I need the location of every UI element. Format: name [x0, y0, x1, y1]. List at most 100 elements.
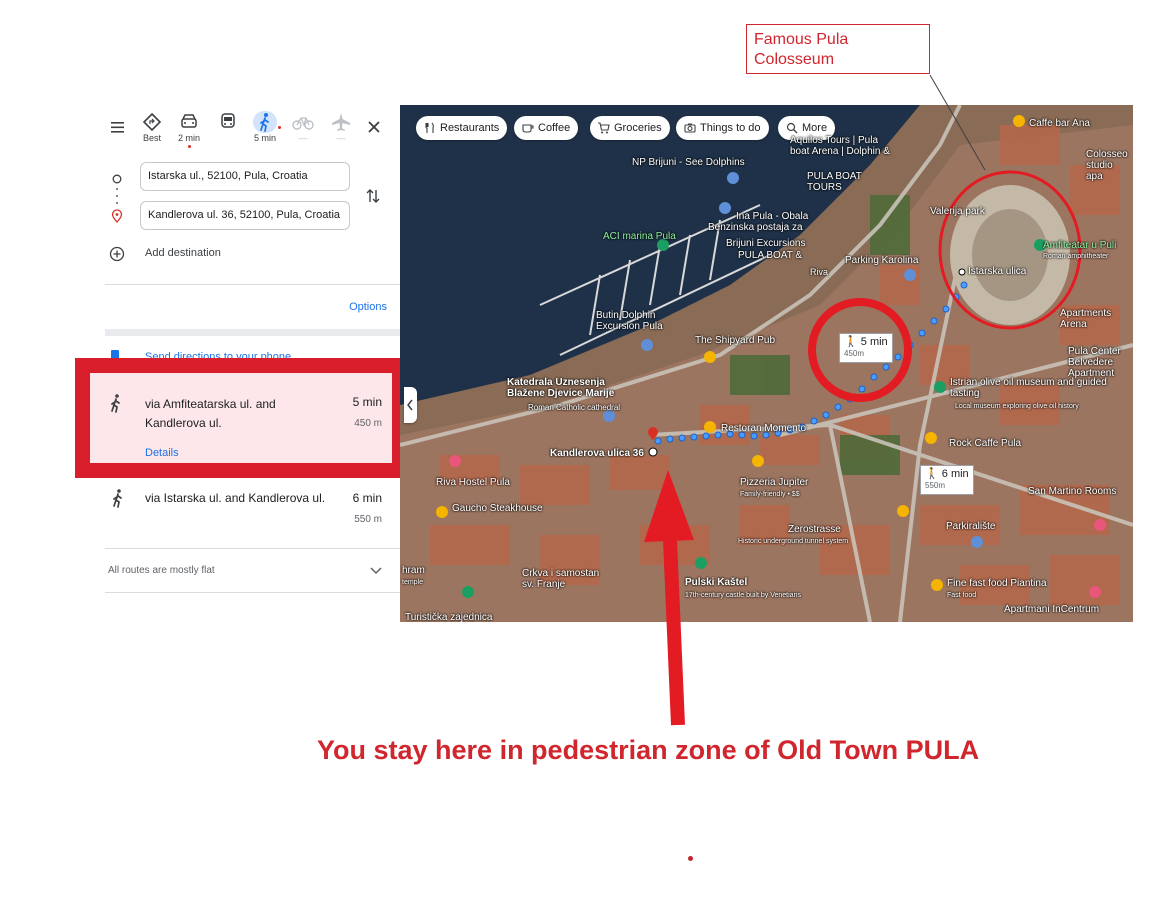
- chip-things-to-do[interactable]: Things to do: [676, 116, 769, 140]
- map-label[interactable]: Istrian olive oil museum and guided tast…: [950, 377, 1110, 399]
- chip-label: More: [802, 122, 828, 134]
- chip-coffee[interactable]: Coffee: [514, 116, 579, 140]
- route-2-distance: 550 m: [354, 514, 382, 525]
- map-label: Roman amphitheater: [1043, 253, 1109, 260]
- add-destination-icon[interactable]: [109, 246, 125, 262]
- options-link[interactable]: Options: [349, 301, 387, 313]
- map-label: Family-friendly • $$: [740, 491, 800, 498]
- walk-distance-value: 550m: [925, 481, 946, 490]
- destination-input[interactable]: Kandlerova ul. 36, 52100, Pula, Croatia: [140, 201, 350, 230]
- map-label[interactable]: Gaucho Steakhouse: [452, 503, 543, 514]
- walk-icon: 🚶: [925, 468, 939, 480]
- walk-time-tooltip-2[interactable]: 🚶 6 min 550m: [920, 465, 974, 495]
- map-label[interactable]: San Martino Rooms: [1028, 486, 1116, 497]
- mode-best[interactable]: Best: [135, 111, 169, 143]
- map-label[interactable]: Crkva i samostan sv. Franje: [522, 568, 612, 590]
- callout-text: Famous Pula Colosseum: [754, 31, 849, 68]
- satellite-map[interactable]: Restaurants Coffee Groceries Things to d…: [400, 105, 1133, 622]
- mode-flight[interactable]: —: [324, 111, 358, 143]
- red-arrow: [644, 470, 694, 726]
- destination-pin-icon: [111, 209, 123, 223]
- walk-time-value: 6 min: [941, 468, 969, 480]
- route-2-via: via Istarska ul. and Kandlerova ul.: [145, 491, 326, 505]
- walk-time-tooltip-1[interactable]: 🚶 5 min 450m: [839, 333, 893, 363]
- chip-label: Coffee: [538, 122, 571, 134]
- train-icon: [221, 113, 235, 128]
- bike-icon: [292, 117, 314, 130]
- mode-walk[interactable]: 5 min: [248, 111, 282, 143]
- map-label[interactable]: Brijuni Excursions: [726, 238, 805, 249]
- mode-transit[interactable]: [211, 111, 245, 133]
- add-destination-link[interactable]: Add destination: [145, 247, 221, 259]
- map-label: Local museum exploring olive oil history: [955, 403, 1079, 410]
- map-label[interactable]: Katedrala Uznesenja Blažene Djevice Mari…: [507, 377, 637, 399]
- map-label[interactable]: Ina Pula - Obala: [736, 211, 808, 222]
- route-option-1[interactable]: via Amfiteatarska ul. and Kandlerova ul.…: [90, 373, 392, 463]
- map-label[interactable]: Butin Dolphin Excursion Pula: [596, 310, 676, 332]
- mode-best-label: Best: [142, 133, 161, 143]
- map-label[interactable]: Restoran Momento: [721, 423, 806, 434]
- route-1-details-link[interactable]: Details: [145, 447, 179, 459]
- panel-divider: [105, 284, 400, 285]
- colosseum-callout: Famous Pula Colosseum: [746, 24, 930, 74]
- map-label[interactable]: Valerija park: [930, 206, 985, 217]
- map-label[interactable]: Apartments Arena: [1060, 308, 1132, 330]
- caption-text: You stay here in pedestrian zone of Old …: [317, 735, 980, 765]
- origin-input[interactable]: Istarska ul., 52100, Pula, Croatia: [140, 162, 350, 191]
- mode-drive[interactable]: 2 min: [172, 111, 206, 148]
- map-label[interactable]: Pizzeria Jupiter: [740, 477, 808, 488]
- map-label: temple: [402, 579, 424, 586]
- swap-icon[interactable]: [365, 187, 381, 205]
- map-label[interactable]: ACI marina Pula: [603, 231, 676, 242]
- map-label[interactable]: Parkiralište: [946, 521, 995, 532]
- mode-bike[interactable]: —: [286, 111, 320, 143]
- map-label[interactable]: Pula Center Belvedere Apartment: [1068, 346, 1132, 379]
- route-2-time: 6 min: [352, 491, 382, 505]
- chip-label: Restaurants: [440, 122, 500, 134]
- route-1-time: 5 min: [352, 395, 382, 409]
- red-dot: [688, 856, 693, 861]
- routes-divider: [105, 548, 400, 549]
- routes-footer: All routes are mostly flat: [108, 565, 215, 576]
- map-label: 17th-century castle built by Venetians: [685, 592, 801, 599]
- map-label[interactable]: Aquilos Tours | Pula boat Arena | Dolphi…: [790, 135, 890, 157]
- plane-icon: [332, 113, 350, 131]
- chip-restaurants[interactable]: Restaurants: [416, 116, 508, 140]
- chevron-left-icon: [407, 399, 413, 411]
- map-label: Benzinska postaja za: [708, 222, 803, 233]
- map-label: Roman Catholic cathedral: [528, 403, 621, 412]
- map-label: Riva: [810, 267, 829, 277]
- map-label[interactable]: Fine fast food Piantina: [947, 578, 1047, 589]
- car-icon: [181, 114, 197, 128]
- map-label[interactable]: Apartmani InCentrum: [1004, 604, 1099, 615]
- map-label[interactable]: PULA BOAT &: [738, 250, 802, 261]
- map-label[interactable]: Amfiteatar u Puli: [1043, 240, 1116, 251]
- map-label-destination[interactable]: Kandlerova ulica 36: [550, 448, 644, 459]
- map-label[interactable]: Turistička zajednica: [405, 612, 492, 622]
- cart-icon: [598, 122, 610, 134]
- map-label[interactable]: NP Brijuni - See Dolphins: [632, 157, 745, 168]
- collapse-panel-button[interactable]: [404, 387, 417, 423]
- chevron-down-icon[interactable]: [369, 564, 383, 576]
- walk-time-value: 5 min: [860, 336, 888, 348]
- route-option-2[interactable]: via Istarska ul. and Kandlerova ul. 6 mi…: [105, 478, 400, 548]
- map-label[interactable]: hram: [402, 565, 425, 576]
- map-label[interactable]: Colosseo studio apa: [1086, 149, 1132, 182]
- map-label[interactable]: Istarska ulica: [968, 266, 1026, 277]
- map-label[interactable]: PULA BOAT TOURS: [807, 171, 887, 193]
- walk-icon: [111, 488, 125, 508]
- map-label[interactable]: Zerostrasse: [788, 524, 841, 535]
- chip-groceries[interactable]: Groceries: [590, 116, 670, 140]
- map-label[interactable]: Rock Caffe Pula: [949, 438, 1021, 449]
- map-label[interactable]: Riva Hostel Pula: [436, 477, 510, 488]
- menu-icon[interactable]: [109, 119, 127, 135]
- map-label[interactable]: Parking Karolina: [845, 255, 918, 266]
- close-icon[interactable]: [366, 119, 382, 135]
- section-separator: [105, 329, 400, 336]
- travel-mode-bar: Best 2 min 5 min — —: [105, 105, 400, 157]
- map-label[interactable]: The Shipyard Pub: [695, 335, 775, 346]
- mode-drive-label: 2 min: [177, 133, 200, 143]
- map-label: Historic underground tunnel system: [738, 538, 849, 545]
- chip-label: Groceries: [614, 122, 662, 134]
- map-label[interactable]: Caffe bar Ana: [1029, 118, 1090, 129]
